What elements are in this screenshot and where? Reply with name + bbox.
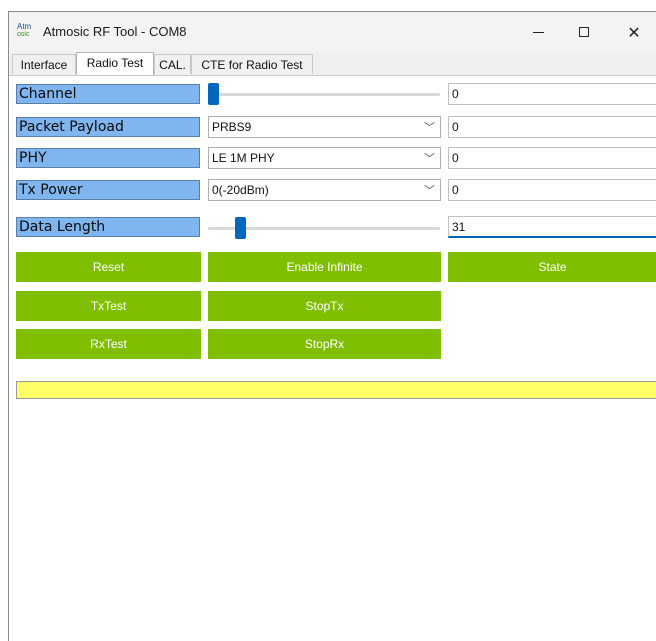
phy-label: PHY (16, 148, 200, 168)
tx-power-select[interactable]: 0(-20dBm) ﹀ (208, 179, 441, 201)
packet-payload-selected: PRBS9 (212, 120, 252, 134)
packet-payload-value-field[interactable]: 0 (448, 116, 656, 138)
close-icon: ✕ (627, 22, 641, 42)
data-length-label: Data Length (16, 217, 200, 237)
state-button[interactable]: State (448, 252, 656, 282)
rx-test-button[interactable]: RxTest (16, 329, 201, 359)
packet-payload-label: Packet Payload (16, 117, 200, 137)
tab-cal[interactable]: CAL. (154, 54, 191, 74)
tab-bar: Interface Radio Test CAL. CTE for Radio … (9, 52, 656, 75)
atmosic-logo-icon: Atm osic (16, 22, 38, 42)
close-button[interactable]: ✕ (611, 12, 656, 52)
data-length-value-field[interactable]: 31 (448, 216, 656, 238)
stop-tx-button[interactable]: StopTx (208, 291, 441, 321)
status-bar (16, 381, 656, 399)
app-window: Atm osic Atmosic RF Tool - COM8 ✕ Interf… (8, 11, 656, 641)
tx-power-label: Tx Power (16, 180, 200, 200)
chevron-down-icon: ﹀ (424, 185, 435, 197)
minimize-icon (532, 31, 544, 33)
slider-track (208, 93, 440, 96)
phy-value-field[interactable]: 0 (448, 147, 656, 169)
phy-selected: LE 1M PHY (212, 151, 275, 165)
title-bar[interactable]: Atm osic Atmosic RF Tool - COM8 ✕ (9, 12, 656, 52)
packet-payload-select[interactable]: PRBS9 ﹀ (208, 116, 441, 138)
phy-select[interactable]: LE 1M PHY ﹀ (208, 147, 441, 169)
tab-radio-test[interactable]: Radio Test (76, 52, 154, 75)
channel-value-field[interactable]: 0 (448, 83, 656, 105)
tx-power-selected: 0(-20dBm) (212, 183, 269, 197)
logo-bottom-text: osic (17, 31, 30, 38)
tab-cte-for-radio-test[interactable]: CTE for Radio Test (191, 54, 313, 74)
chevron-down-icon: ﹀ (424, 122, 435, 134)
tx-test-button[interactable]: TxTest (16, 291, 201, 321)
maximize-icon (579, 27, 589, 37)
minimize-button[interactable] (515, 12, 561, 52)
reset-button[interactable]: Reset (16, 252, 201, 282)
channel-slider[interactable] (208, 82, 440, 106)
radio-test-panel: Channel 0 Packet Payload PRBS9 ﹀ 0 PHY L… (9, 76, 656, 641)
tx-power-value-field[interactable]: 0 (448, 179, 656, 201)
channel-label: Channel (16, 84, 200, 104)
slider-thumb[interactable] (208, 83, 219, 105)
logo-top-text: Atm (17, 22, 32, 31)
chevron-down-icon: ﹀ (424, 153, 435, 165)
tab-interface[interactable]: Interface (12, 54, 76, 74)
maximize-button[interactable] (561, 12, 607, 52)
enable-infinite-button[interactable]: Enable Infinite (208, 252, 441, 282)
window-title: Atmosic RF Tool - COM8 (43, 24, 187, 39)
data-length-slider[interactable] (208, 216, 440, 240)
slider-thumb[interactable] (235, 217, 246, 239)
stop-rx-button[interactable]: StopRx (208, 329, 441, 359)
